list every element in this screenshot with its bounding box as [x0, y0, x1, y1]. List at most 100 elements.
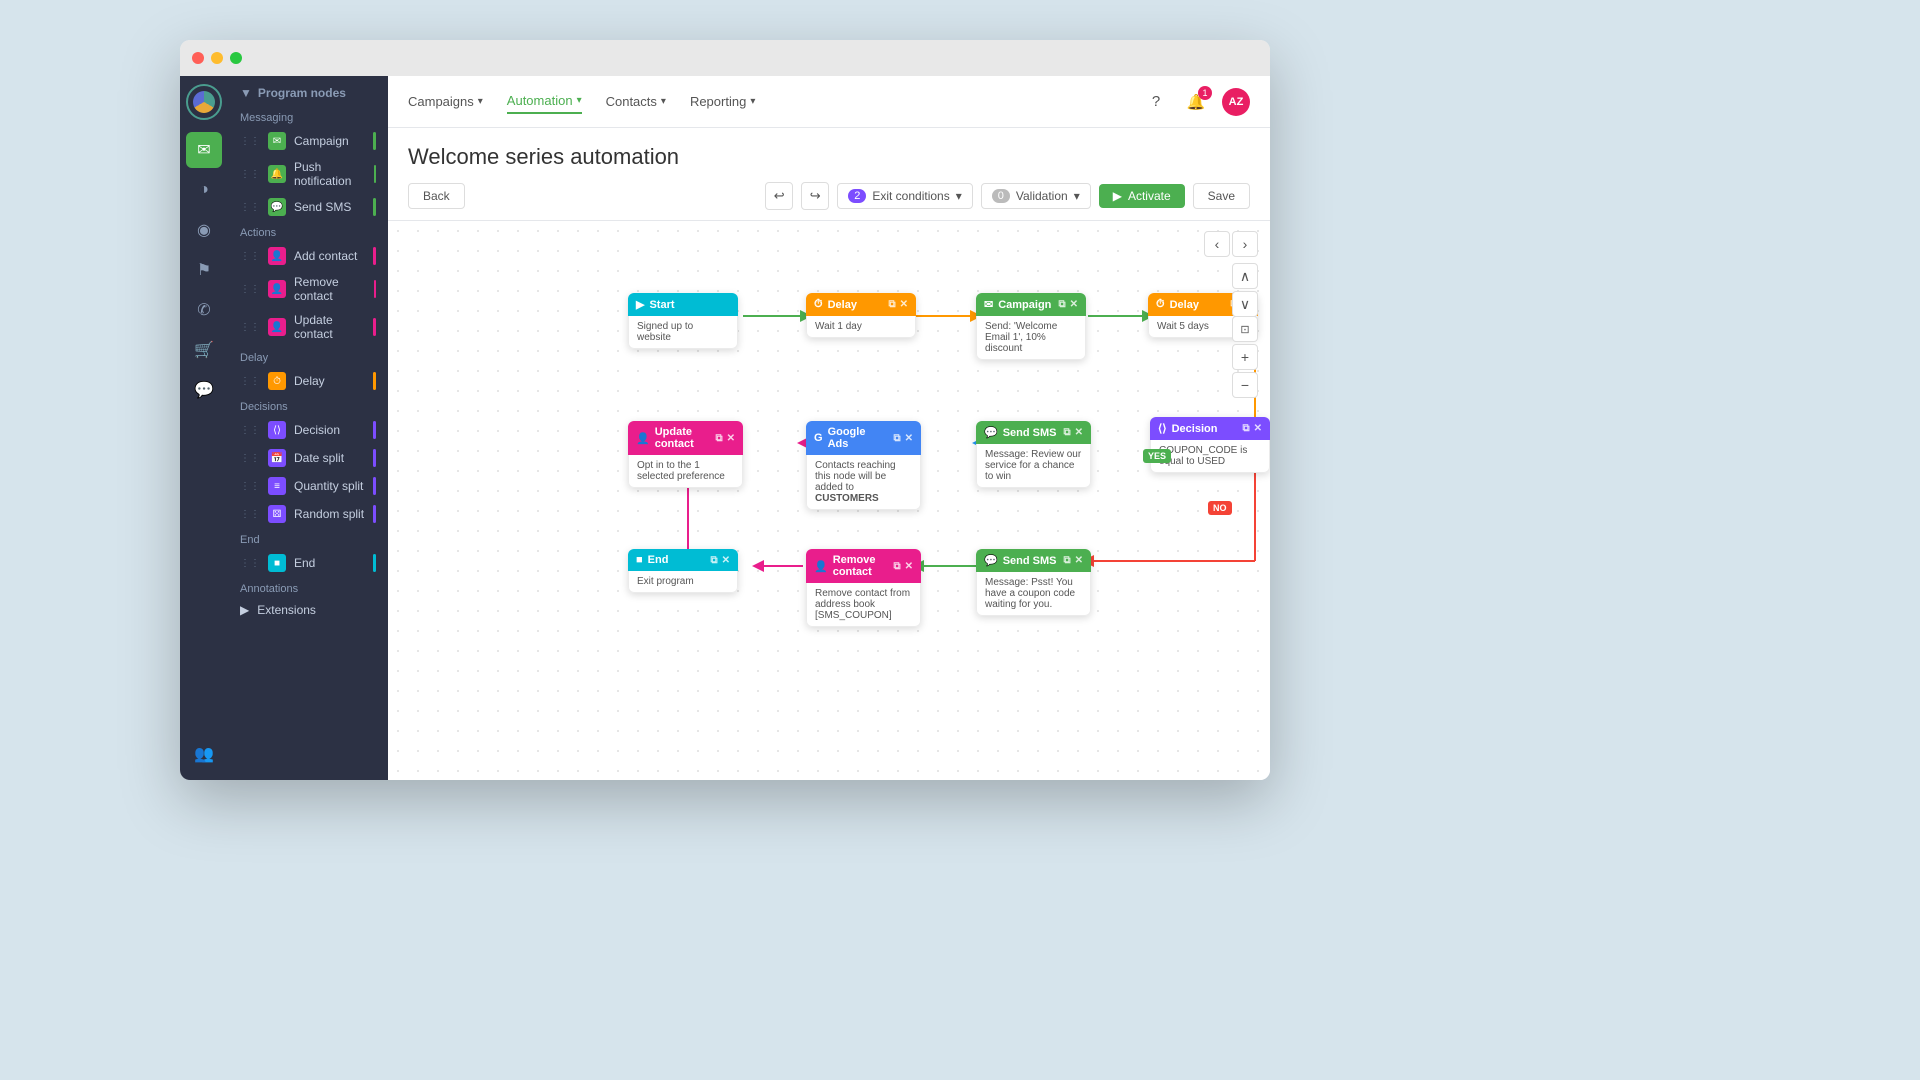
logo[interactable]	[186, 84, 222, 120]
canvas-left-button[interactable]: ‹	[1204, 231, 1230, 257]
send-sms1-node[interactable]: 💬 Send SMS ⧉ ✕ Message: Review our servi…	[976, 421, 1091, 488]
sidebar-icon-mail2[interactable]: ✆	[186, 292, 222, 328]
canvas-up-button[interactable]: ∧	[1232, 263, 1258, 289]
copy-icon[interactable]: ⧉	[893, 561, 900, 572]
copy-icon[interactable]: ⧉	[893, 433, 900, 444]
user-avatar[interactable]: AZ	[1222, 88, 1250, 116]
nav-contacts[interactable]: Contacts ▾	[606, 90, 666, 113]
minimize-button[interactable]	[211, 52, 223, 64]
nav-automation[interactable]: Automation ▾	[507, 89, 582, 114]
main-content: Campaigns ▾ Automation ▾ Contacts ▾ Repo…	[388, 76, 1270, 780]
node-sms[interactable]: ⋮⋮ 💬 Send SMS	[228, 193, 388, 221]
sms-icon: 💬	[268, 198, 286, 216]
program-nodes-header[interactable]: ▼ Program nodes	[228, 76, 388, 106]
node-random-split[interactable]: ⋮⋮ ⚄ Random split	[228, 500, 388, 528]
node-update-contact[interactable]: ⋮⋮ 👤 Update contact	[228, 308, 388, 346]
close-icon[interactable]: ✕	[722, 555, 730, 566]
fit-view-button[interactable]: ⊡	[1232, 316, 1258, 342]
page-title: Welcome series automation	[408, 144, 1250, 170]
close-icon[interactable]: ✕	[727, 433, 735, 444]
decision-header: ⟨⟩ Decision ⧉ ✕	[1150, 417, 1270, 440]
back-button[interactable]: Back	[408, 183, 465, 209]
remove-contact-body: Remove contact from address book [SMS_CO…	[806, 583, 921, 627]
node-push[interactable]: ⋮⋮ 🔔 Push notification	[228, 155, 388, 193]
node-add-contact[interactable]: ⋮⋮ 👤 Add contact	[228, 242, 388, 270]
start-node[interactable]: ▶ Start Signed up to website	[628, 293, 738, 349]
node-delay[interactable]: ⋮⋮ ⏱ Delay	[228, 367, 388, 395]
nav-reporting[interactable]: Reporting ▾	[690, 90, 755, 113]
save-button[interactable]: Save	[1193, 183, 1250, 209]
activate-button[interactable]: ▶ Activate	[1099, 184, 1185, 208]
color-bar	[373, 132, 376, 150]
sidebar-icon-stats[interactable]: ◑	[186, 172, 222, 208]
nav-campaigns[interactable]: Campaigns ▾	[408, 90, 483, 113]
sidebar-icon-support[interactable]: 💬	[186, 372, 222, 408]
logo-icon	[193, 91, 215, 113]
sidebar-icon-users[interactable]: 👥	[186, 736, 222, 772]
help-button[interactable]: ?	[1142, 88, 1170, 116]
campaign-header: ✉ Campaign ⧉ ✕	[976, 293, 1086, 316]
copy-icon[interactable]: ⧉	[715, 433, 722, 444]
zoom-out-button[interactable]: −	[1232, 372, 1258, 398]
zoom-in-button[interactable]: +	[1232, 344, 1258, 370]
decision-node[interactable]: ⟨⟩ Decision ⧉ ✕ COUPON_CODE is equal to …	[1150, 417, 1270, 473]
node-end[interactable]: ⋮⋮ ■ End	[228, 549, 388, 577]
actions-right: ↩ ↪ 2 Exit conditions ▾ 0 Validation ▾	[765, 182, 1250, 210]
delay1-body: Wait 1 day	[806, 316, 916, 338]
notifications-button[interactable]: 🔔 1	[1182, 88, 1210, 116]
app-window: ✉ ◑ ◉ ⚑ ✆ 🛒 💬 👥 ▼ Program nodes Messagin…	[180, 40, 1270, 780]
sidebar-icon-flag[interactable]: ⚑	[186, 252, 222, 288]
end-node[interactable]: ■ End ⧉ ✕ Exit program	[628, 549, 738, 593]
copy-icon[interactable]: ⧉	[1063, 427, 1070, 438]
close-icon[interactable]: ✕	[905, 433, 913, 444]
remove-contact-node[interactable]: 👤 Remove contact ⧉ ✕ Remove contact from…	[806, 549, 921, 627]
dropdown-caret: ▾	[956, 189, 962, 203]
node-extensions[interactable]: ▶ Extensions	[228, 598, 388, 622]
sidebar-icon-email[interactable]: ✉	[186, 132, 222, 168]
delay1-node[interactable]: ⏱ Delay ⧉ ✕ Wait 1 day	[806, 293, 916, 338]
node-campaign[interactable]: ⋮⋮ ✉ Campaign	[228, 127, 388, 155]
color-bar	[373, 247, 376, 265]
campaign-node[interactable]: ✉ Campaign ⧉ ✕ Send: 'Welcome Email 1', …	[976, 293, 1086, 360]
color-bar	[374, 280, 376, 298]
validation-button[interactable]: 0 Validation ▾	[981, 183, 1091, 209]
date-icon: 📅	[268, 449, 286, 467]
sms-icon: 💬	[984, 426, 998, 439]
copy-icon[interactable]: ⧉	[710, 555, 717, 566]
maximize-button[interactable]	[230, 52, 242, 64]
remove-contact-label: Remove contact	[294, 275, 366, 303]
sidebar-icon-eye[interactable]: ◉	[186, 212, 222, 248]
nav-right: ? 🔔 1 AZ	[1142, 88, 1250, 116]
sidebar-icon-cart[interactable]: 🛒	[186, 332, 222, 368]
close-icon[interactable]: ✕	[1075, 555, 1083, 566]
close-button[interactable]	[192, 52, 204, 64]
exit-conditions-button[interactable]: 2 Exit conditions ▾	[837, 183, 973, 209]
delay-icon: ⏱	[268, 372, 286, 390]
close-icon[interactable]: ✕	[905, 561, 913, 572]
close-icon[interactable]: ✕	[1070, 299, 1078, 310]
drag-icon: ⋮⋮	[240, 509, 260, 520]
close-icon[interactable]: ✕	[900, 299, 908, 310]
node-date-split[interactable]: ⋮⋮ 📅 Date split	[228, 444, 388, 472]
end-label: End	[294, 556, 315, 570]
canvas-area[interactable]: ▶ Start Signed up to website ⏱ Delay ⧉ ✕	[388, 221, 1270, 780]
update-contact-node[interactable]: 👤 Update contact ⧉ ✕ Opt in to the 1 sel…	[628, 421, 743, 488]
node-decision[interactable]: ⋮⋮ ⟨⟩ Decision	[228, 416, 388, 444]
canvas-down-button[interactable]: ∨	[1232, 291, 1258, 317]
close-icon[interactable]: ✕	[1254, 423, 1262, 434]
google-ads-node[interactable]: G Google Ads ⧉ ✕ Contacts reaching this …	[806, 421, 921, 510]
copy-icon[interactable]: ⧉	[888, 299, 895, 310]
start-label: Start	[649, 299, 674, 311]
undo-button[interactable]: ↩	[765, 182, 793, 210]
campaign-body: Send: 'Welcome Email 1', 10% discount	[976, 316, 1086, 360]
send-sms2-node[interactable]: 💬 Send SMS ⧉ ✕ Message: Psst! You have a…	[976, 549, 1091, 616]
redo-button[interactable]: ↪	[801, 182, 829, 210]
copy-icon[interactable]: ⧉	[1063, 555, 1070, 566]
copy-icon[interactable]: ⧉	[1058, 299, 1065, 310]
yes-badge: YES	[1143, 449, 1171, 463]
close-icon[interactable]: ✕	[1075, 427, 1083, 438]
copy-icon[interactable]: ⧉	[1242, 423, 1249, 434]
canvas-right-button[interactable]: ›	[1232, 231, 1258, 257]
node-qty-split[interactable]: ⋮⋮ ≡ Quantity split	[228, 472, 388, 500]
node-remove-contact[interactable]: ⋮⋮ 👤 Remove contact	[228, 270, 388, 308]
